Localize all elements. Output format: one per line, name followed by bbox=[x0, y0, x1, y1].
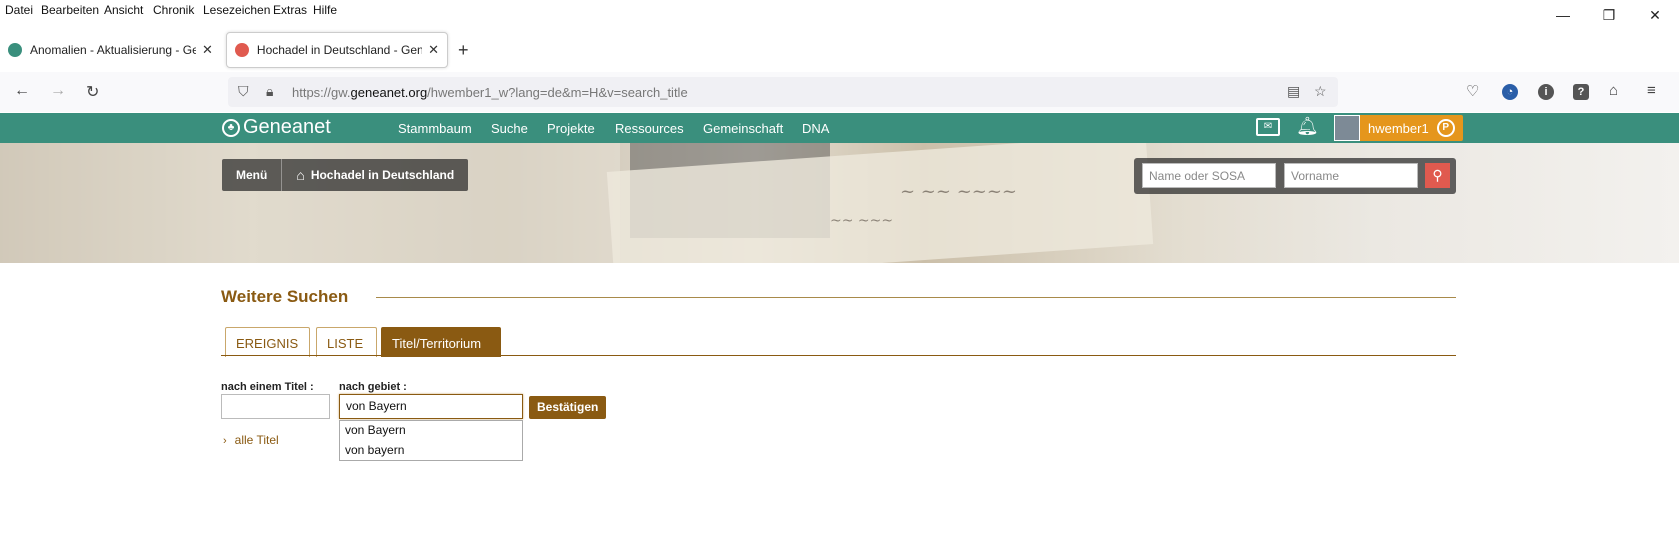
url-text[interactable]: https://gw.geneanet.org/hwember1_w?lang=… bbox=[292, 85, 688, 100]
reader-view-icon[interactable]: ▤ bbox=[1287, 83, 1300, 100]
person-search-box: Name oder SOSA Vorname ⚲ bbox=[1134, 158, 1456, 194]
home-icon: ⌂ bbox=[296, 167, 305, 183]
navigation-bar: ← → ↻ ⛉ 🔒︎ https://gw.geneanet.org/hwemb… bbox=[0, 72, 1679, 112]
autocomplete-option[interactable]: von Bayern bbox=[340, 421, 522, 441]
nav-suche[interactable]: Suche bbox=[491, 121, 528, 136]
page-title: Weitere Suchen bbox=[221, 287, 349, 306]
minimize-button[interactable]: — bbox=[1540, 4, 1586, 26]
shield-icon[interactable]: ⛉ bbox=[238, 83, 249, 100]
menu-ansicht[interactable]: Ansicht bbox=[104, 3, 143, 17]
nav-gemeinschaft[interactable]: Gemeinschaft bbox=[703, 121, 783, 136]
name-sosa-input[interactable]: Name oder SOSA bbox=[1142, 163, 1276, 188]
reload-icon[interactable]: ↻ bbox=[86, 82, 99, 102]
area-field-label: nach gebiet : bbox=[339, 381, 407, 393]
firstname-input[interactable]: Vorname bbox=[1284, 163, 1418, 188]
back-icon[interactable]: ← bbox=[14, 82, 30, 100]
confirm-button[interactable]: Bestätigen bbox=[529, 396, 607, 419]
menu-button[interactable]: Menü bbox=[222, 159, 281, 191]
menu-bearbeiten[interactable]: Bearbeiten bbox=[41, 3, 99, 17]
hamburger-menu-icon[interactable]: ≡ bbox=[1647, 82, 1656, 99]
tree-menu-bar: Menü ⌂ Hochadel in Deutschland bbox=[222, 159, 469, 191]
nav-ressources[interactable]: Ressources bbox=[615, 121, 684, 136]
autocomplete-dropdown: von Bayern von bayern bbox=[339, 420, 523, 461]
new-tab-button[interactable]: + bbox=[458, 40, 469, 61]
tab-close-icon[interactable]: ✕ bbox=[202, 42, 213, 58]
tab-label: Hochadel in Deutschland - Gen bbox=[256, 43, 423, 57]
all-titles-link[interactable]: › alle Titel bbox=[223, 433, 279, 447]
title-input[interactable] bbox=[221, 394, 330, 419]
bell-icon[interactable]: 🔔︎ bbox=[1296, 116, 1319, 137]
tab-anomalien[interactable]: Anomalien - Aktualisierung - Ge ✕ bbox=[0, 32, 222, 68]
tree-logo-icon: ♣ bbox=[222, 118, 240, 137]
tree-home-link[interactable]: ⌂ Hochadel in Deutschland bbox=[282, 159, 468, 191]
chevron-right-icon: › bbox=[223, 435, 227, 447]
avatar bbox=[1334, 115, 1360, 141]
tab-close-icon[interactable]: ✕ bbox=[428, 42, 439, 58]
info-icon[interactable]: i bbox=[1538, 82, 1554, 100]
nav-dna[interactable]: DNA bbox=[802, 121, 829, 136]
autocomplete-option[interactable]: von bayern bbox=[340, 441, 522, 461]
banner-handwriting: ~~ ~~~ bbox=[830, 213, 894, 229]
search-icon[interactable]: ⚲ bbox=[1425, 163, 1450, 188]
tab-label: Anomalien - Aktualisierung - Ge bbox=[30, 43, 196, 57]
header-banner: ~ ~~ ~~~~ ~~ ~~~ Menü ⌂ Hochadel in Deut… bbox=[0, 143, 1679, 263]
area-input[interactable]: von Bayern bbox=[339, 394, 523, 419]
user-menu[interactable]: hwember1 P bbox=[1334, 115, 1463, 141]
mail-icon[interactable]: ✉ bbox=[1256, 118, 1280, 136]
close-window-button[interactable]: ✕ bbox=[1632, 4, 1678, 26]
tab-titel-territorium[interactable]: Titel/Territorium bbox=[381, 327, 501, 357]
geneanet-favicon-icon bbox=[8, 43, 22, 57]
title-divider bbox=[376, 297, 1456, 298]
tab-hochadel[interactable]: Hochadel in Deutschland - Gen ✕ bbox=[226, 32, 448, 68]
username: hwember1 bbox=[1368, 120, 1429, 136]
restore-button[interactable]: ❐ bbox=[1586, 4, 1632, 26]
menu-hilfe[interactable]: Hilfe bbox=[313, 3, 337, 17]
tab-liste[interactable]: LISTE bbox=[316, 327, 377, 357]
premium-badge-icon: P bbox=[1436, 119, 1455, 137]
title-field-label: nach einem Titel : bbox=[221, 381, 314, 393]
menu-extras[interactable]: Extras bbox=[273, 3, 307, 17]
geneanet-logo[interactable]: ♣ Geneanet bbox=[222, 116, 331, 139]
menu-datei[interactable]: Datei bbox=[5, 3, 33, 17]
banner-handwriting: ~ ~~ ~~~~ bbox=[900, 181, 1018, 202]
help-icon[interactable]: ? bbox=[1573, 82, 1589, 100]
menu-bar: Datei Bearbeiten Ansicht Chronik Lesezei… bbox=[0, 0, 1679, 23]
nav-projekte[interactable]: Projekte bbox=[547, 121, 595, 136]
tab-ereignis[interactable]: EREIGNIS bbox=[225, 327, 310, 357]
menu-lesezeichen[interactable]: Lesezeichen bbox=[203, 3, 270, 17]
forward-icon[interactable]: → bbox=[50, 82, 66, 100]
bookmark-star-icon[interactable]: ☆ bbox=[1314, 83, 1327, 100]
home-icon[interactable]: ⌂ bbox=[1609, 82, 1618, 99]
tabs-divider bbox=[221, 355, 1456, 356]
nav-stammbaum[interactable]: Stammbaum bbox=[398, 121, 472, 136]
geneanet-favicon-icon bbox=[235, 43, 249, 57]
pocket-icon[interactable]: ♡ bbox=[1466, 82, 1479, 100]
url-bar[interactable]: ⛉ 🔒︎ https://gw.geneanet.org/hwember1_w?… bbox=[228, 77, 1338, 107]
lock-icon[interactable]: 🔒︎ bbox=[266, 83, 273, 100]
geneanet-header: ♣ Geneanet Stammbaum Suche Projekte Ress… bbox=[0, 113, 1679, 143]
menu-chronik[interactable]: Chronik bbox=[153, 3, 194, 17]
tab-strip: Anomalien - Aktualisierung - Ge ✕ Hochad… bbox=[0, 32, 1679, 68]
extension-circle-icon[interactable]: ◔ bbox=[1502, 82, 1518, 100]
